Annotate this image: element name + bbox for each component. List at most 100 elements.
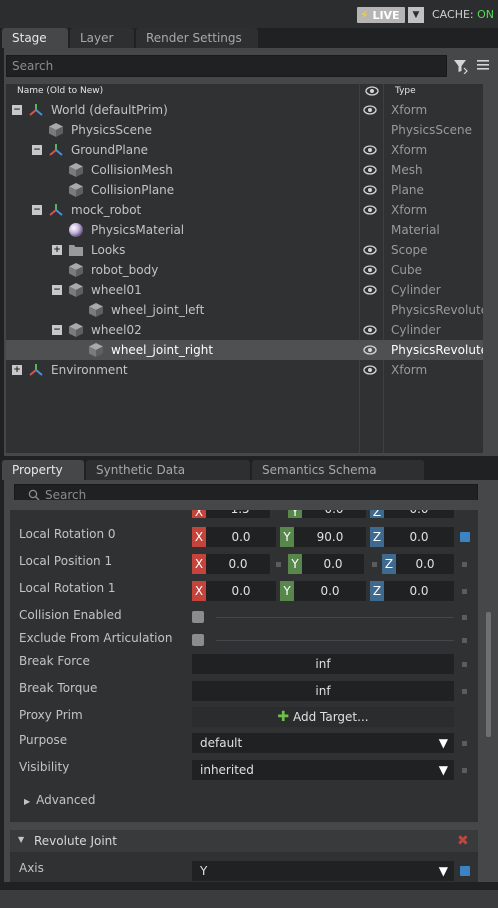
visibility-eye-icon[interactable] bbox=[363, 344, 377, 356]
default-indicator bbox=[462, 662, 467, 667]
tree-row-type: Cylinder bbox=[391, 283, 441, 297]
separator-line bbox=[216, 640, 454, 641]
visibility-eye-icon[interactable] bbox=[363, 164, 377, 176]
tree-row[interactable]: − wheel02 Cylinder bbox=[6, 320, 483, 340]
chevron-down-icon: ▼ bbox=[438, 864, 448, 878]
clip-mask bbox=[4, 506, 498, 510]
break-torque-field[interactable]: inf bbox=[192, 681, 454, 701]
local-position-1-x-field[interactable]: 0.0 bbox=[206, 554, 270, 574]
live-dropdown-chevron-icon[interactable]: ▼ bbox=[408, 7, 424, 23]
live-button[interactable]: ⚡ LIVE bbox=[357, 7, 405, 23]
tab-stage[interactable]: Stage bbox=[2, 28, 68, 48]
visibility-header-eye-icon bbox=[365, 85, 379, 100]
type-column-header[interactable]: Type bbox=[395, 86, 416, 96]
folder-icon bbox=[68, 242, 84, 258]
stage-search-input[interactable]: Search bbox=[6, 55, 447, 77]
expand-icon[interactable]: + bbox=[52, 245, 62, 255]
visibility-eye-icon[interactable] bbox=[363, 364, 377, 376]
local-rotation-0-y-field[interactable]: 90.0 bbox=[294, 527, 366, 547]
break-force-field[interactable]: inf bbox=[192, 654, 454, 674]
exclude-from-articulation-label: Exclude From Articulation bbox=[19, 631, 173, 645]
local-rotation-1-z-field[interactable]: 0.0 bbox=[384, 581, 454, 601]
cube-icon bbox=[68, 262, 84, 278]
tree-row-type: Material bbox=[391, 223, 440, 237]
tree-row[interactable]: + Looks Scope bbox=[6, 240, 483, 260]
advanced-section-toggle[interactable]: ▶ Advanced bbox=[24, 793, 95, 807]
tree-row[interactable]: − World (defaultPrim) Xform bbox=[6, 100, 483, 120]
expand-icon[interactable]: + bbox=[12, 365, 22, 375]
default-indicator bbox=[462, 689, 467, 694]
visibility-select[interactable]: inherited ▼ bbox=[192, 760, 454, 780]
tree-row-name: wheel01 bbox=[91, 283, 142, 297]
collapse-icon[interactable]: − bbox=[52, 285, 62, 295]
modified-indicator[interactable] bbox=[460, 532, 470, 542]
visibility-eye-icon[interactable] bbox=[363, 184, 377, 196]
y-axis-label: Y bbox=[288, 554, 302, 574]
tab-synthetic-data-recorder[interactable]: Synthetic Data Recorder bbox=[86, 460, 250, 497]
tree-row-type: Xform bbox=[391, 363, 428, 377]
plus-icon: ✚ bbox=[277, 709, 290, 725]
tree-row-type: Scope bbox=[391, 243, 428, 257]
remove-icon[interactable]: ✖ bbox=[457, 833, 469, 849]
xform-icon bbox=[28, 362, 44, 378]
tree-row[interactable]: − GroundPlane Xform bbox=[6, 140, 483, 160]
add-target-button[interactable]: ✚ Add Target... bbox=[192, 707, 454, 727]
tab-render-settings[interactable]: Render Settings bbox=[136, 28, 258, 48]
tree-row[interactable]: CollisionMesh Mesh bbox=[6, 160, 483, 180]
modified-indicator[interactable] bbox=[460, 866, 470, 876]
scrollbar[interactable] bbox=[486, 612, 491, 737]
tree-row[interactable]: + Environment Xform bbox=[6, 360, 483, 380]
purpose-label: Purpose bbox=[19, 733, 68, 747]
tree-row-name: GroundPlane bbox=[71, 143, 149, 157]
hamburger-menu-icon[interactable] bbox=[476, 58, 492, 74]
local-rotation-0-z-field[interactable]: 0.0 bbox=[384, 527, 454, 547]
collision-enabled-label: Collision Enabled bbox=[19, 608, 122, 622]
local-position-1-label: Local Position 1 bbox=[19, 554, 113, 568]
visibility-eye-icon[interactable] bbox=[363, 284, 377, 296]
tree-row[interactable]: PhysicsScene PhysicsScene bbox=[6, 120, 483, 140]
tree-row[interactable]: − mock_robot Xform bbox=[6, 200, 483, 220]
collapse-icon[interactable]: − bbox=[52, 325, 62, 335]
local-rotation-1-y-field[interactable]: 0.0 bbox=[294, 581, 366, 601]
tree-row[interactable]: − wheel01 Cylinder bbox=[6, 280, 483, 300]
x-axis-label: X bbox=[192, 554, 206, 574]
z-axis-label: Z bbox=[370, 527, 384, 547]
exclude-from-articulation-checkbox[interactable] bbox=[192, 634, 204, 646]
collapse-icon[interactable]: − bbox=[32, 205, 42, 215]
revolute-joint-header[interactable]: ▼ Revolute Joint ✖ bbox=[10, 830, 478, 852]
tab-layer[interactable]: Layer bbox=[70, 28, 134, 48]
visibility-eye-icon[interactable] bbox=[363, 104, 377, 116]
visibility-eye-icon[interactable] bbox=[363, 244, 377, 256]
local-position-1-y-field[interactable]: 0.0 bbox=[302, 554, 364, 574]
local-rotation-0-x-field[interactable]: 0.0 bbox=[206, 527, 276, 547]
visibility-eye-icon[interactable] bbox=[363, 264, 377, 276]
tree-row-type: Mesh bbox=[391, 163, 423, 177]
collision-enabled-checkbox[interactable] bbox=[192, 611, 204, 623]
z-axis-label: Z bbox=[382, 554, 396, 574]
collapse-icon[interactable]: − bbox=[32, 145, 42, 155]
cube-icon bbox=[68, 182, 84, 198]
tab-property[interactable]: Property bbox=[2, 460, 84, 480]
visibility-eye-icon[interactable] bbox=[363, 144, 377, 156]
cube-icon bbox=[88, 302, 104, 318]
visibility-eye-icon[interactable] bbox=[363, 324, 377, 336]
purpose-select[interactable]: default ▼ bbox=[192, 733, 454, 753]
tab-semantics-schema-editor[interactable]: Semantics Schema Editor bbox=[252, 460, 424, 497]
local-position-1-z-field[interactable]: 0.0 bbox=[396, 554, 454, 574]
tree-row-type: PhysicsRevolute bbox=[391, 303, 483, 317]
stage-tab-bar: Stage Layer Render Settings bbox=[0, 28, 498, 48]
tree-row[interactable]: wheel_joint_left PhysicsRevolute bbox=[6, 300, 483, 320]
name-column-header[interactable]: Name (Old to New) bbox=[17, 86, 103, 96]
collapse-icon[interactable]: − bbox=[12, 105, 22, 115]
visibility-value: inherited bbox=[200, 763, 254, 777]
tree-row[interactable]: wheel_joint_right PhysicsRevolute bbox=[6, 340, 483, 360]
local-rotation-1-x-field[interactable]: 0.0 bbox=[206, 581, 276, 601]
visibility-eye-icon[interactable] bbox=[363, 204, 377, 216]
axis-select[interactable]: Y ▼ bbox=[192, 861, 454, 881]
filter-icon[interactable] bbox=[453, 58, 469, 75]
x-axis-label: X bbox=[192, 581, 206, 601]
tree-row[interactable]: PhysicsMaterial Material bbox=[6, 220, 483, 240]
cache-value: ON bbox=[477, 8, 495, 21]
tree-row[interactable]: CollisionPlane Plane bbox=[6, 180, 483, 200]
tree-row[interactable]: robot_body Cube bbox=[6, 260, 483, 280]
